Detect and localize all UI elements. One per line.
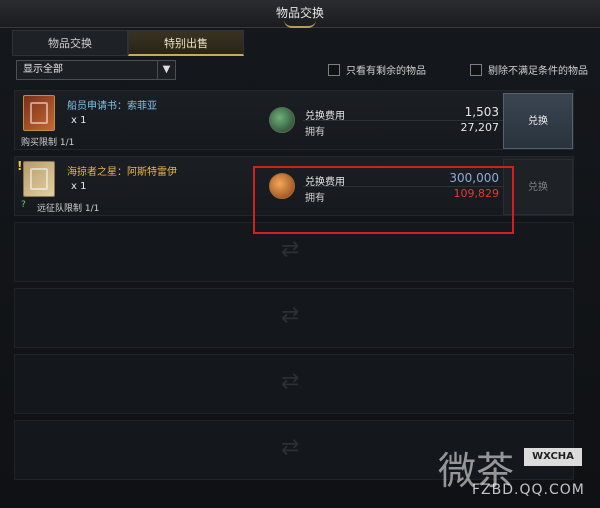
remaining-only-label: 只看有剩余的物品 xyxy=(346,66,426,77)
cost-value: 1,503 xyxy=(464,105,499,119)
item-name: 船员申请书：索菲亚 xyxy=(67,101,157,112)
watermark-url: FZBD.QQ.COM xyxy=(472,482,585,498)
tab-bar: 物品交换 特别出售 xyxy=(12,30,244,56)
title-ornament-icon xyxy=(284,20,316,28)
checkbox-icon[interactable] xyxy=(470,63,482,76)
item-quantity: x 1 xyxy=(71,115,87,126)
orange-coin-icon xyxy=(269,173,295,199)
cost-panel: 兑换费用 300,000 拥有 109,829 xyxy=(263,169,503,204)
red-scroll-icon xyxy=(23,95,55,131)
exclude-unmet-checkbox[interactable]: 剔除不满足条件的物品 xyxy=(470,62,588,77)
list-item: ! 海掠者之星：阿斯特雷伊 x 1 ? 远征队限制 1/1 兑换费用 300,0… xyxy=(14,156,574,216)
green-gem-icon xyxy=(269,107,295,133)
exchange-button-disabled[interactable]: 兑换 xyxy=(503,159,573,215)
tab-special-sale[interactable]: 特别出售 xyxy=(128,30,244,56)
warning-icon: ! xyxy=(17,159,23,173)
owned-label: 拥有 xyxy=(305,193,325,204)
swap-icon: ⇄ xyxy=(281,303,300,328)
cost-value: 300,000 xyxy=(449,171,499,185)
display-filter-select[interactable]: 显示全部 ▼ xyxy=(16,60,176,80)
checkbox-icon[interactable] xyxy=(328,63,340,76)
empty-slot: ⇄ xyxy=(14,354,574,414)
cost-panel: 兑换费用 1,503 拥有 27,207 xyxy=(263,103,503,138)
owned-label: 拥有 xyxy=(305,127,325,138)
owned-value: 109,829 xyxy=(453,187,500,200)
item-name: 海掠者之星：阿斯特雷伊 xyxy=(67,167,177,178)
expedition-limit: 远征队限制 1/1 xyxy=(37,204,100,214)
exchange-window: 物品交换 物品交换 特别出售 显示全部 ▼ 只看有剩余的物品 剔除不满足条件的物… xyxy=(0,0,600,508)
empty-slot: ⇄ xyxy=(14,222,574,282)
exchange-button[interactable]: 兑换 xyxy=(503,93,573,149)
display-filter-value: 显示全部 xyxy=(23,64,63,75)
remaining-only-checkbox[interactable]: 只看有剩余的物品 xyxy=(328,62,426,77)
chevron-down-icon[interactable]: ▼ xyxy=(157,61,175,79)
purchase-limit: 购买限制 1/1 xyxy=(21,138,75,148)
owned-value: 27,207 xyxy=(460,121,500,134)
filter-bar: 显示全部 ▼ 只看有剩余的物品 剔除不满足条件的物品 xyxy=(12,60,596,82)
tab-item-exchange[interactable]: 物品交换 xyxy=(12,30,128,56)
list-item: 船员申请书：索菲亚 x 1 购买限制 1/1 兑换费用 1,503 拥有 27,… xyxy=(14,90,574,150)
empty-slot: ⇄ xyxy=(14,288,574,348)
swap-icon: ⇄ xyxy=(281,435,300,460)
item-quantity: x 1 xyxy=(71,181,87,192)
swap-icon: ⇄ xyxy=(281,237,300,262)
exclude-unmet-label: 剔除不满足条件的物品 xyxy=(488,66,588,77)
map-scroll-icon xyxy=(23,161,55,197)
swap-icon: ⇄ xyxy=(281,369,300,394)
watermark-badge: WXCHA xyxy=(524,448,582,466)
question-icon: ? xyxy=(21,200,26,210)
